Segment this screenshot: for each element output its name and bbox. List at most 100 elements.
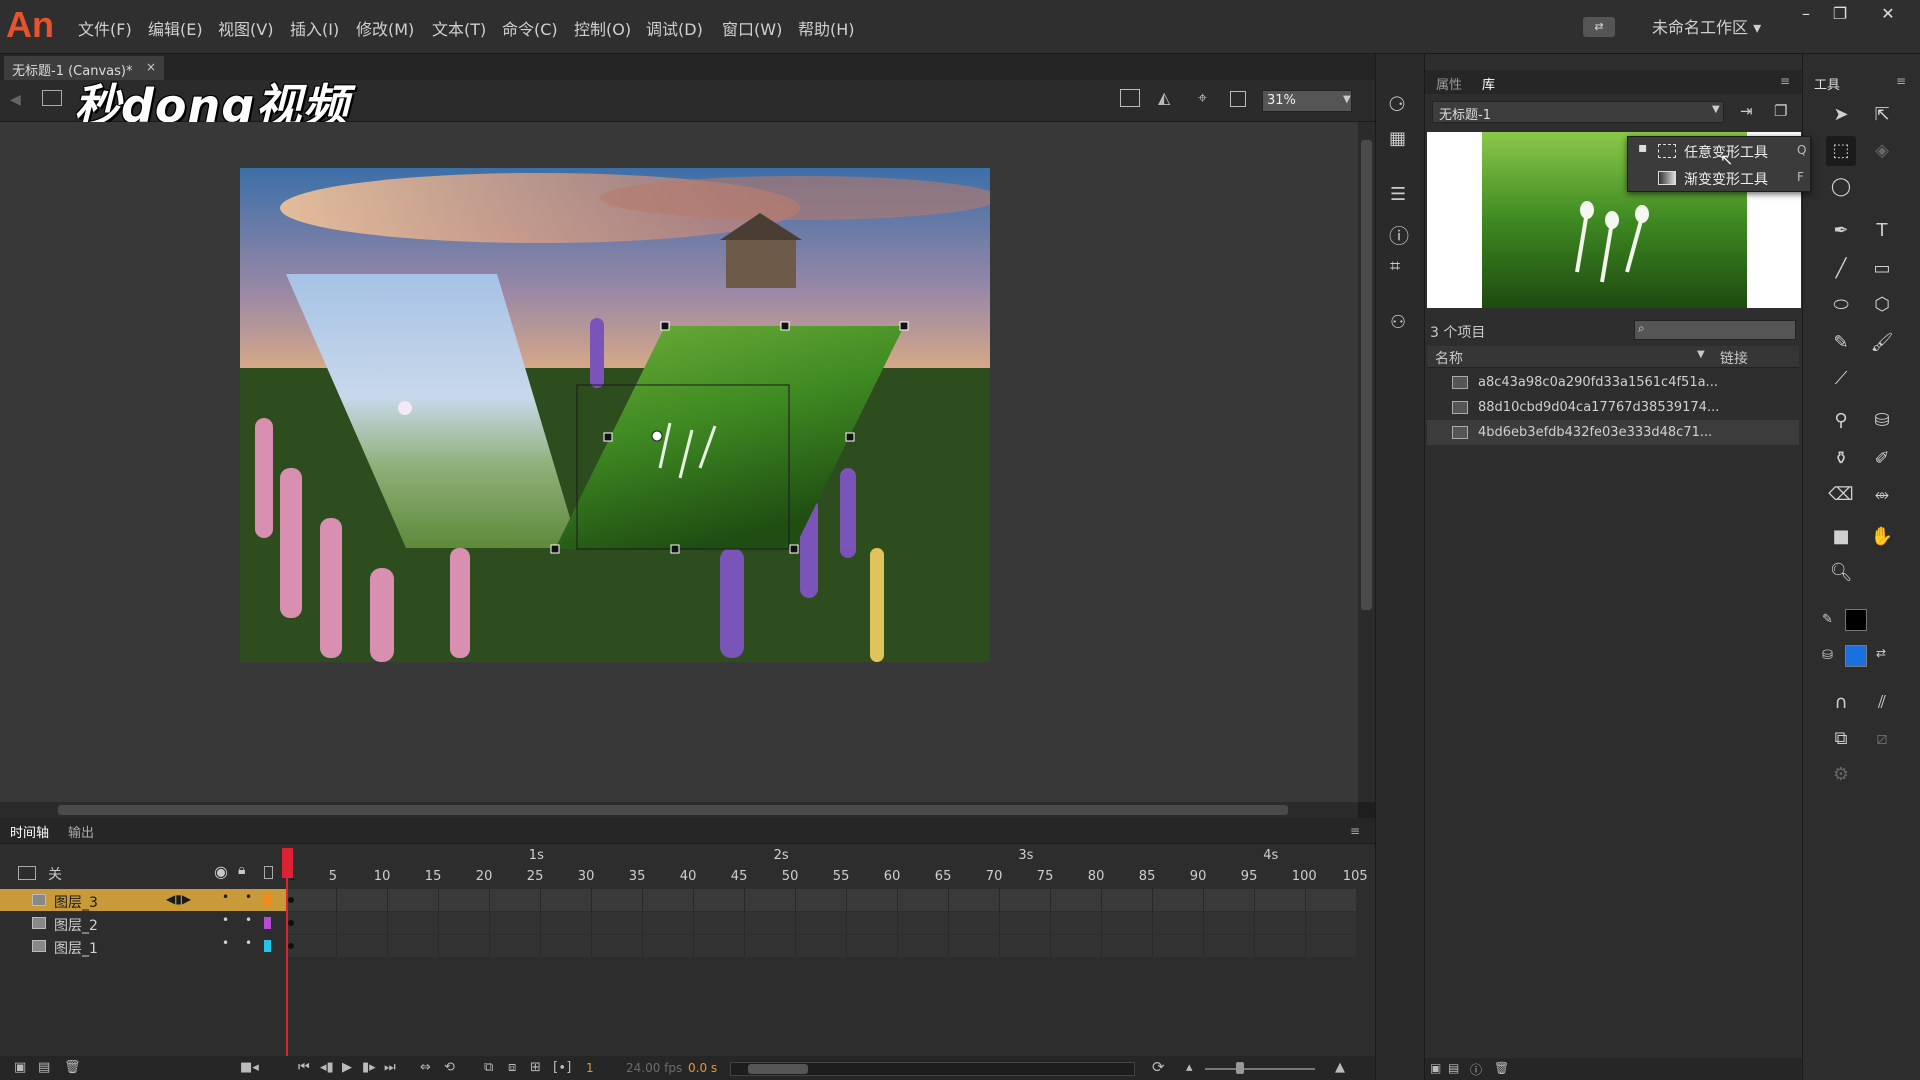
scene-icon[interactable] <box>42 90 62 106</box>
item-properties-icon[interactable]: ⓘ <box>1470 1061 1482 1078</box>
layer-lock-dot[interactable]: • <box>245 890 252 904</box>
new-folder-icon[interactable]: ▤ <box>1448 1061 1459 1075</box>
menu-modify[interactable]: 修改(M) <box>356 16 414 40</box>
eyedropper-tool-icon[interactable]: ✐ <box>1867 444 1897 474</box>
delete-layer-icon[interactable]: 🗑︎ <box>64 1060 81 1075</box>
rectangle-tool-icon[interactable]: ▭ <box>1867 254 1897 284</box>
sync-settings-icon[interactable]: ⇄ <box>1583 17 1615 37</box>
width-tool-icon[interactable]: ⥈ <box>1867 480 1897 510</box>
zoom-select[interactable]: 31% <box>1262 90 1352 112</box>
library-search-input[interactable] <box>1634 320 1796 340</box>
eraser-tool-icon[interactable]: ⌫ <box>1826 480 1856 510</box>
paint-brush-tool-icon[interactable]: 🖌︎ <box>1867 328 1897 358</box>
layer-lock-dot[interactable]: • <box>245 936 252 950</box>
outline-icon[interactable] <box>264 866 273 879</box>
playhead[interactable] <box>286 848 288 1056</box>
frame-row[interactable] <box>286 935 1356 957</box>
flyout-item-gradient-transform[interactable]: 渐变变形工具 F <box>1628 165 1812 192</box>
modify-markers-icon[interactable]: [∙] <box>553 1060 571 1075</box>
paint-bucket-tool-icon[interactable]: ⛁ <box>1867 406 1897 436</box>
layer-lock-dot[interactable]: • <box>245 913 252 927</box>
new-folder-icon[interactable]: ▤ <box>38 1060 50 1075</box>
timeline-zoom-handle[interactable] <box>1236 1062 1244 1074</box>
layer-visible-dot[interactable]: • <box>222 890 229 904</box>
edit-symbol-icon[interactable]: ◭ <box>1158 88 1170 107</box>
layer-visible-dot[interactable]: • <box>222 913 229 927</box>
clip-content-icon[interactable] <box>1230 91 1246 107</box>
time-readout[interactable]: 0.0 s <box>688 1061 717 1075</box>
delete-item-icon[interactable]: 🗑︎ <box>1494 1061 1509 1075</box>
pencil-tool-icon[interactable]: ✎ <box>1826 328 1856 358</box>
layer-depth-icon[interactable] <box>18 866 36 880</box>
selection-tool-icon[interactable]: ➤ <box>1826 100 1856 130</box>
swap-colors-icon[interactable]: ⇄ <box>1876 646 1886 660</box>
new-library-panel-icon[interactable]: ❐ <box>1774 102 1787 120</box>
new-layer-icon[interactable]: ▣ <box>14 1060 26 1075</box>
edit-scene-icon[interactable] <box>1120 89 1140 107</box>
zoom-in-icon[interactable]: ▲ <box>1335 1060 1345 1075</box>
library-item[interactable]: a8c43a98c0a290fd33a1561c4f51a... <box>1427 370 1799 395</box>
option-disabled-icon[interactable]: ⚙ <box>1826 760 1856 790</box>
library-item[interactable]: 88d10cbd9d04ca17767d38539174... <box>1427 395 1799 420</box>
option-icon[interactable]: ⧄ <box>1867 724 1897 754</box>
layer-row[interactable]: 图层_3 ◀▮▶ • • <box>0 889 286 911</box>
subselection-tool-icon[interactable]: ⇱ <box>1867 100 1897 130</box>
hand-tool-icon[interactable]: ✋ <box>1867 522 1897 552</box>
current-frame-readout[interactable]: 1 <box>586 1061 594 1075</box>
frame-row[interactable] <box>286 889 1356 911</box>
layer-name[interactable]: 图层_1 <box>54 938 98 958</box>
refresh-icon[interactable]: ⟳ <box>1152 1058 1165 1076</box>
straighten-icon[interactable]: ⧉ <box>1826 724 1856 754</box>
new-symbol-icon[interactable]: ▣ <box>1430 1061 1441 1075</box>
first-frame-icon[interactable]: ⏮ <box>298 1060 310 1075</box>
menu-window[interactable]: 窗口(W) <box>722 16 782 40</box>
align-icon[interactable]: ☰ <box>1390 184 1406 205</box>
keyframe-dot[interactable] <box>288 943 294 949</box>
free-transform-tool-icon[interactable]: ⬚ <box>1826 136 1856 166</box>
visibility-eye-icon[interactable]: ◉ <box>214 862 228 881</box>
panel-menu-icon[interactable]: ≡ <box>1896 74 1906 88</box>
menu-control[interactable]: 控制(O) <box>574 16 631 40</box>
library-item-name[interactable]: 88d10cbd9d04ca17767d38539174... <box>1478 400 1719 415</box>
center-stage-icon[interactable]: ⌖ <box>1198 88 1207 108</box>
library-item-name[interactable]: a8c43a98c0a290fd33a1561c4f51a... <box>1478 375 1718 390</box>
tab-properties[interactable]: 属性 <box>1436 74 1462 93</box>
back-arrow-icon[interactable]: ◀ <box>10 92 21 108</box>
keyframe-dot[interactable] <box>288 897 294 903</box>
stage-canvas[interactable] <box>240 168 990 662</box>
tab-library[interactable]: 库 <box>1482 74 1495 93</box>
layer-color-swatch[interactable] <box>264 940 271 952</box>
pin-icon[interactable]: ⇥ <box>1740 102 1753 120</box>
frame-ruler[interactable]: 1510152025303540455055606570758085909510… <box>286 848 1368 888</box>
workspace-switcher[interactable]: 未命名工作区 ▾ <box>1652 14 1761 38</box>
menu-view[interactable]: 视图(V) <box>218 16 273 40</box>
frame-row[interactable] <box>286 912 1356 934</box>
layer-color-swatch[interactable] <box>264 894 271 906</box>
vertical-scroll-thumb[interactable] <box>1361 140 1372 610</box>
layer-nav-icon[interactable]: ◀▮▶ <box>166 892 191 906</box>
onion-outline-icon[interactable]: ⧈ <box>508 1060 516 1075</box>
minimize-button[interactable]: – <box>1790 2 1822 26</box>
fill-color-swatch[interactable] <box>1845 645 1867 667</box>
lasso-tool-icon[interactable]: ◯ <box>1826 172 1856 202</box>
camera-tool-icon[interactable]: ■ <box>1826 522 1856 552</box>
oval-tool-icon[interactable]: ⬭ <box>1826 290 1856 320</box>
frames-grid[interactable] <box>286 888 1356 1056</box>
column-link[interactable]: 链接 <box>1720 348 1748 368</box>
chevron-down-icon[interactable]: ▼ <box>1712 104 1720 115</box>
menu-commands[interactable]: 命令(C) <box>502 16 558 40</box>
layer-color-swatch[interactable] <box>264 917 271 929</box>
panel-menu-icon[interactable]: ≡ <box>1780 74 1790 88</box>
layer-name[interactable]: 图层_3 <box>54 892 98 912</box>
smooth-icon[interactable]: ⫽ <box>1867 688 1897 718</box>
sort-chevron-icon[interactable]: ▼ <box>1697 349 1705 360</box>
menu-text[interactable]: 文本(T) <box>432 16 486 40</box>
last-frame-icon[interactable]: ⏭ <box>384 1060 396 1075</box>
prev-frame-icon[interactable]: ◂▮ <box>320 1060 334 1075</box>
library-item-name[interactable]: 4bd6eb3efdb432fe03e333d48c71... <box>1478 425 1712 440</box>
loop-icon[interactable]: ⟲ <box>444 1060 455 1075</box>
swatches-icon[interactable]: ▦ <box>1389 128 1406 149</box>
stroke-color-swatch[interactable] <box>1845 609 1867 631</box>
next-frame-icon[interactable]: ▮▸ <box>362 1060 376 1075</box>
menu-insert[interactable]: 插入(I) <box>290 16 339 40</box>
